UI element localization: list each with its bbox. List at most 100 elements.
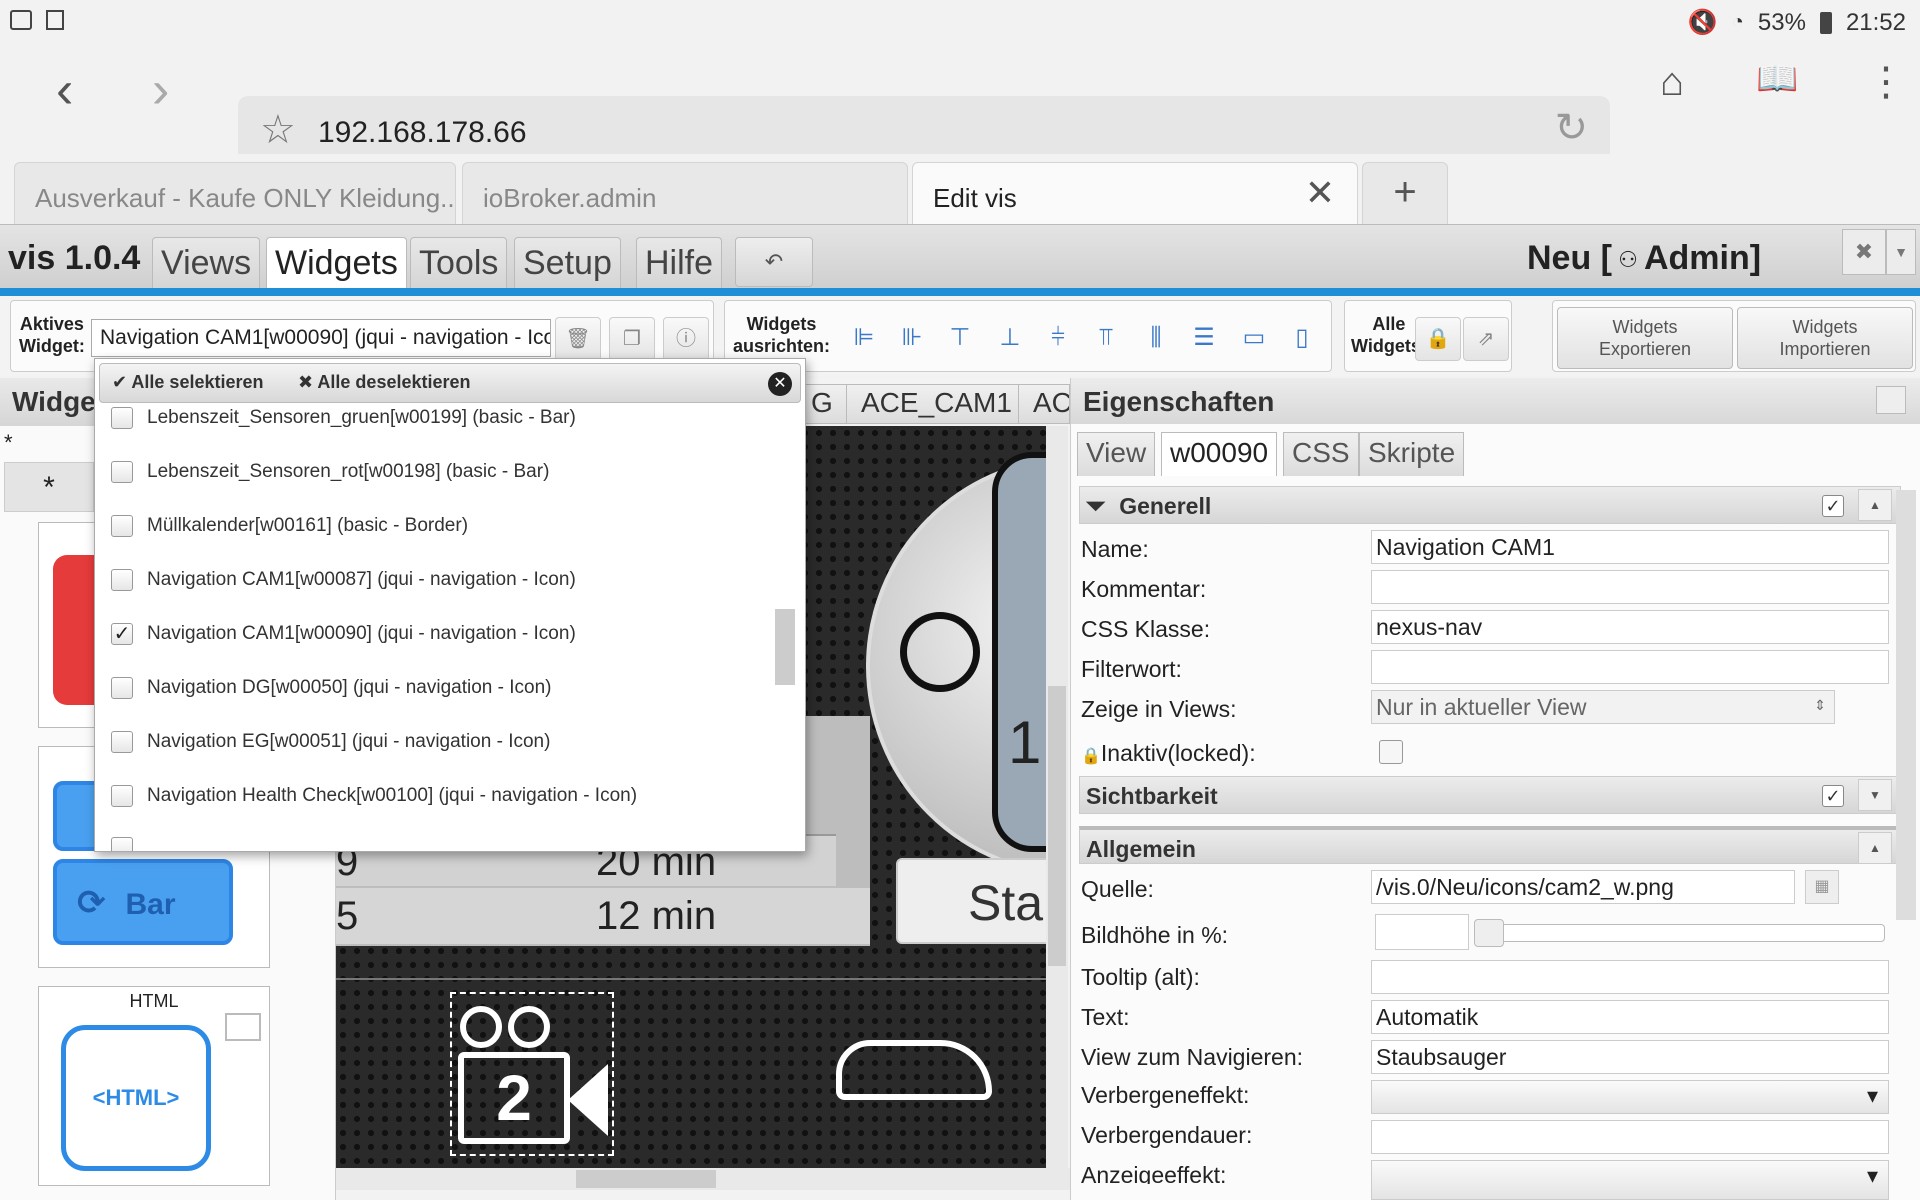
- start-button[interactable]: Sta: [896, 858, 1046, 944]
- reader-icon[interactable]: 📖: [1756, 62, 1798, 96]
- delete-icon[interactable]: 🗑: [555, 317, 601, 361]
- checkbox[interactable]: [111, 515, 133, 537]
- forward-icon[interactable]: ›: [152, 64, 169, 116]
- close-icon[interactable]: ✕: [768, 372, 792, 396]
- active-widget-select[interactable]: Navigation CAM1[w00090] (jqui - navigati…: [91, 319, 551, 357]
- section-generell[interactable]: ⏷ Generell ✓ ▲: [1079, 486, 1901, 524]
- collapse-icon[interactable]: ▲: [1858, 489, 1892, 521]
- image-height-slider[interactable]: [1474, 919, 1885, 947]
- reload-icon[interactable]: ↻: [1554, 108, 1588, 148]
- browser-tab[interactable]: ioBroker.admin: [462, 162, 908, 224]
- section-checkbox[interactable]: ✓: [1822, 495, 1844, 517]
- more-menu-icon[interactable]: ⋮: [1866, 62, 1906, 102]
- same-height-icon[interactable]: ▯: [1287, 323, 1317, 353]
- css-class-field[interactable]: nexus-nav: [1371, 610, 1889, 644]
- checkbox[interactable]: [111, 407, 133, 429]
- canvas-vertical-scrollbar[interactable]: [1046, 426, 1068, 1168]
- checkbox[interactable]: [111, 731, 133, 753]
- view-tab[interactable]: AC: [1018, 384, 1070, 424]
- widget-card-html[interactable]: HTML <HTML>: [38, 986, 270, 1186]
- bookmark-star-icon[interactable]: ☆: [260, 110, 296, 150]
- list-item[interactable]: Lebenszeit_Sensoren_gruen[w00199] (basic…: [111, 407, 576, 437]
- import-widgets-button[interactable]: Widgets Importieren: [1737, 307, 1913, 369]
- properties-scrollbar[interactable]: [1896, 490, 1916, 920]
- palette-category-all[interactable]: *: [4, 462, 94, 512]
- deselect-all-button[interactable]: ✖ Alle deselektieren: [298, 372, 471, 393]
- list-item[interactable]: Navigation EG[w00051] (jqui - navigation…: [111, 731, 550, 761]
- navigate-view-field[interactable]: Staubsauger: [1371, 1040, 1889, 1074]
- source-field[interactable]: /vis.0/Neu/icons/cam2_w.png: [1371, 870, 1795, 904]
- back-icon[interactable]: ‹: [56, 64, 73, 116]
- checkbox[interactable]: [111, 837, 133, 851]
- view-tab-ace-cam1[interactable]: ACE_CAM1: [846, 384, 1027, 424]
- show-effect-select[interactable]: ▾: [1371, 1160, 1889, 1200]
- align-top-icon[interactable]: ⊤: [945, 323, 975, 353]
- close-tab-icon[interactable]: ✕: [1305, 175, 1335, 211]
- align-bottom-icon[interactable]: ⊥: [995, 323, 1025, 353]
- hide-effect-select[interactable]: ▾: [1371, 1080, 1889, 1114]
- align-hcenter-icon[interactable]: ⫩: [1043, 323, 1073, 353]
- filter-field[interactable]: [1371, 650, 1889, 684]
- chevron-down-icon[interactable]: ▼: [1886, 229, 1916, 275]
- tab-skripte[interactable]: Skripte: [1359, 432, 1465, 476]
- undo-button[interactable]: ↶: [735, 237, 813, 287]
- panel-menu-button[interactable]: [1876, 386, 1906, 414]
- list-item[interactable]: Müllkalender[w00161] (basic - Border): [111, 515, 468, 545]
- section-sichtbarkeit[interactable]: Sichtbarkeit ✓ ▼: [1079, 776, 1901, 814]
- close-icon[interactable]: ✖: [1842, 229, 1886, 275]
- section-allgemein[interactable]: Allgemein ▲: [1079, 826, 1901, 864]
- new-tab-button[interactable]: +: [1362, 162, 1448, 224]
- tab-widget[interactable]: w00090: [1161, 432, 1278, 476]
- menu-tab-views[interactable]: Views: [152, 237, 261, 291]
- lock-icon[interactable]: 🔒: [1415, 317, 1461, 361]
- scroll-thumb[interactable]: [1048, 686, 1066, 966]
- car-icon[interactable]: [836, 1040, 992, 1100]
- list-item[interactable]: Lebenszeit_Sensoren_rot[w00198] (basic -…: [111, 461, 549, 491]
- list-item[interactable]: Navigation CAM1[w00087] (jqui - navigati…: [111, 569, 576, 599]
- distribute-v-icon[interactable]: ☰: [1189, 323, 1219, 353]
- scroll-thumb[interactable]: [576, 1170, 716, 1188]
- checkbox[interactable]: [111, 569, 133, 591]
- list-item-partial[interactable]: [111, 837, 147, 851]
- menu-tab-setup[interactable]: Setup: [514, 237, 621, 291]
- locked-checkbox[interactable]: [1379, 740, 1403, 764]
- comment-field[interactable]: [1371, 570, 1889, 604]
- distribute-h-icon[interactable]: ⫼: [1141, 323, 1171, 353]
- info-icon[interactable]: ⓘ: [663, 317, 709, 361]
- list-item[interactable]: Navigation DG[w00050] (jqui - navigation…: [111, 677, 551, 707]
- menu-tab-widgets[interactable]: Widgets: [266, 237, 407, 291]
- same-width-icon[interactable]: ▭: [1239, 323, 1269, 353]
- select-all-button[interactable]: ✔ Alle selektieren: [112, 372, 264, 393]
- tooltip-field[interactable]: [1371, 960, 1889, 994]
- list-item-selected[interactable]: ✓ Navigation CAM1[w00090] (jqui - navigat…: [111, 623, 576, 653]
- align-right-icon[interactable]: ⊪: [897, 323, 927, 353]
- url-text[interactable]: 192.168.178.66: [318, 116, 527, 150]
- name-field[interactable]: Navigation CAM1: [1371, 530, 1889, 564]
- browser-tab-active[interactable]: Edit vis ✕: [912, 162, 1358, 224]
- menu-tab-hilfe[interactable]: Hilfe: [636, 237, 723, 291]
- dropdown-scrollbar[interactable]: [775, 609, 795, 685]
- hide-duration-field[interactable]: [1371, 1120, 1889, 1154]
- file-browse-button[interactable]: ▦: [1805, 870, 1839, 904]
- checkbox[interactable]: [111, 785, 133, 807]
- canvas-horizontal-scrollbar[interactable]: [336, 1168, 1070, 1190]
- align-vcenter-icon[interactable]: ⫪: [1091, 323, 1121, 353]
- checkbox[interactable]: [111, 677, 133, 699]
- section-checkbox[interactable]: ✓: [1822, 785, 1844, 807]
- checkbox-checked[interactable]: ✓: [111, 623, 133, 645]
- slider-handle[interactable]: [1474, 919, 1504, 947]
- align-left-icon[interactable]: ⊫: [849, 323, 879, 353]
- external-link-icon[interactable]: ⇗: [1463, 317, 1509, 361]
- palette-filter[interactable]: *: [4, 430, 13, 456]
- export-widgets-button[interactable]: Widgets Exportieren: [1557, 307, 1733, 369]
- text-field[interactable]: Automatik: [1371, 1000, 1889, 1034]
- copy-icon[interactable]: ❐: [609, 317, 655, 361]
- tab-view[interactable]: View: [1077, 432, 1156, 476]
- list-item[interactable]: Navigation Health Check[w00100] (jqui - …: [111, 785, 637, 815]
- collapse-icon[interactable]: ▲: [1858, 832, 1892, 864]
- image-height-input[interactable]: [1375, 914, 1469, 950]
- home-icon[interactable]: ⌂: [1660, 62, 1684, 102]
- menu-tab-tools[interactable]: Tools: [410, 237, 508, 291]
- browser-tab[interactable]: Ausverkauf - Kaufe ONLY Kleidung...: [14, 162, 456, 224]
- views-select[interactable]: Nur in aktueller View ⇕: [1371, 690, 1835, 724]
